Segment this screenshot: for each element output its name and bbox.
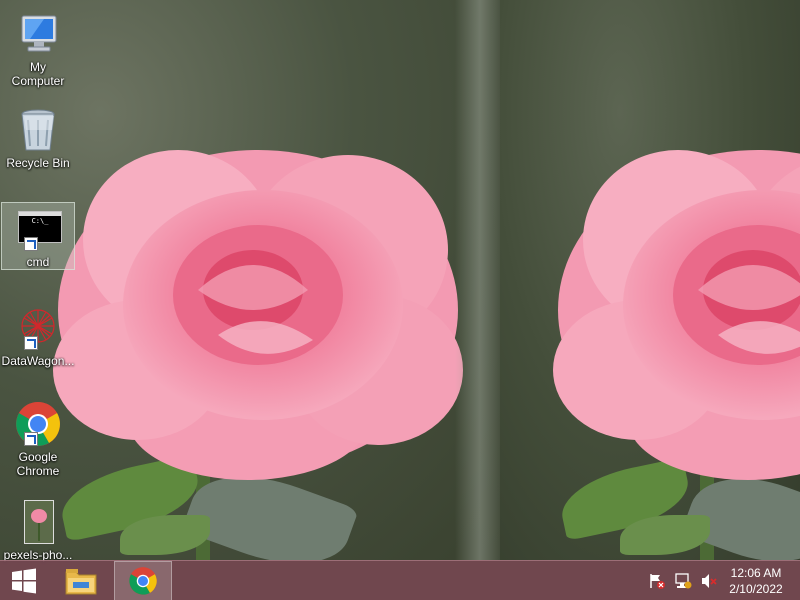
network-icon[interactable]	[674, 572, 692, 590]
desktop-icon-recycle-bin[interactable]: Recycle Bin	[2, 102, 74, 170]
rose-image	[553, 150, 800, 480]
clock-time: 12:06 AM	[730, 566, 782, 580]
desktop-icon-datawagon[interactable]: DataWagon...	[2, 300, 74, 368]
recycle-bin-icon	[14, 106, 62, 154]
desktop-icon-cmd[interactable]: C:\_ cmd	[1, 202, 75, 270]
chrome-taskbar-button[interactable]	[114, 561, 172, 600]
cmd-thumb-text: C:\_	[31, 217, 49, 225]
desktop-icon-pexels-photo[interactable]: pexels-pho...	[2, 494, 74, 562]
clock-date: 2/10/2022	[729, 582, 783, 596]
desktop-icon-label: DataWagon...	[1, 354, 75, 368]
image-file-icon	[14, 498, 62, 546]
desktop-icon-label: cmd	[26, 255, 50, 269]
file-explorer-button[interactable]	[56, 561, 106, 600]
system-tray	[648, 561, 718, 600]
computer-icon	[14, 10, 62, 58]
volume-muted-icon[interactable]	[700, 572, 718, 590]
datawagon-icon	[14, 304, 62, 352]
taskbar: 12:06 AM 2/10/2022	[0, 560, 800, 600]
folder-icon	[65, 569, 97, 595]
desktop-icon-google-chrome[interactable]: Google Chrome	[2, 396, 74, 478]
desktop[interactable]: My Computer Recycle Bin C:\_ cmd DataWag…	[0, 0, 800, 600]
start-button[interactable]	[0, 561, 48, 600]
wallpaper-seam	[455, 0, 500, 560]
shortcut-arrow-icon	[24, 237, 38, 251]
desktop-icon-label: Recycle Bin	[6, 156, 70, 170]
action-center-flag-icon[interactable]	[648, 572, 666, 590]
command-prompt-icon: C:\_	[14, 207, 62, 253]
taskbar-clock[interactable]: 12:06 AM 2/10/2022	[724, 565, 788, 597]
wallpaper-left	[0, 0, 500, 560]
windows-logo-icon	[12, 568, 36, 594]
shortcut-arrow-icon	[24, 432, 38, 446]
desktop-icon-label: Google Chrome	[16, 450, 60, 478]
shortcut-arrow-icon	[24, 336, 38, 350]
desktop-icon-my-computer[interactable]: My Computer	[2, 6, 74, 88]
rose-image	[53, 150, 463, 480]
desktop-icon-label: My Computer	[11, 60, 65, 88]
wallpaper-right	[500, 0, 800, 560]
chrome-icon	[14, 400, 62, 448]
chrome-icon	[129, 567, 157, 595]
